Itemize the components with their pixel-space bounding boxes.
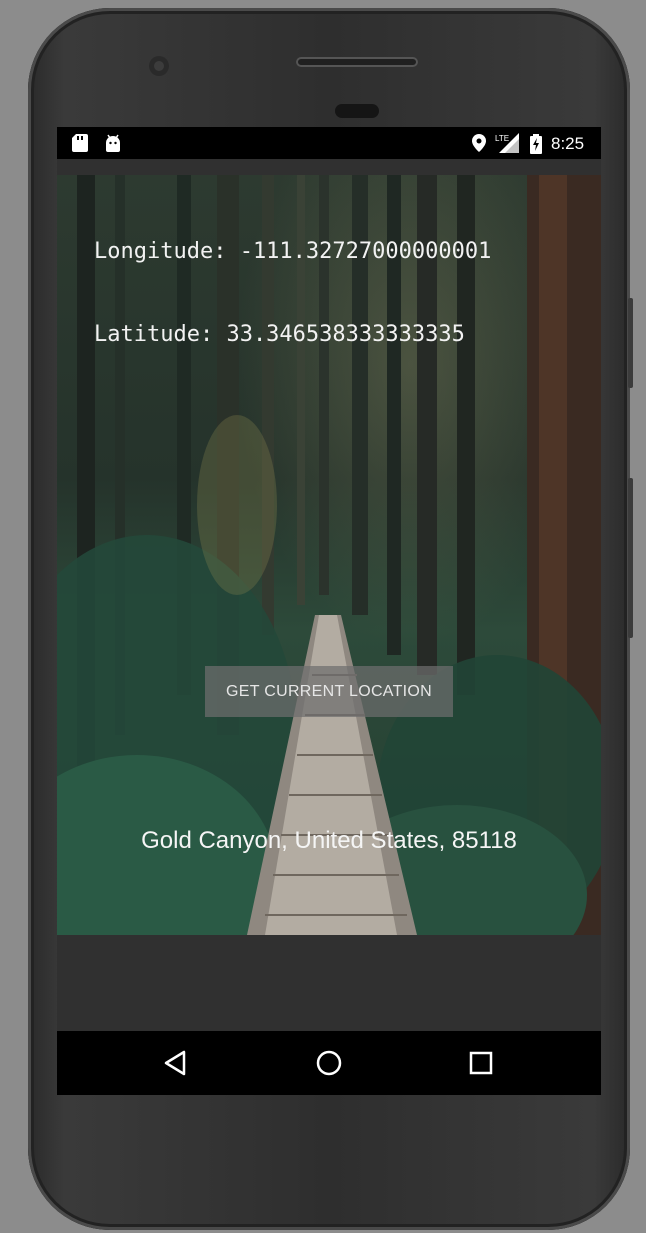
lte-signal-icon: LTE (495, 133, 519, 153)
home-icon[interactable] (313, 1047, 345, 1079)
lte-label: LTE (495, 134, 509, 143)
android-icon (106, 134, 120, 152)
power-button (628, 478, 633, 638)
earpiece-speaker (296, 57, 418, 67)
location-icon (472, 134, 486, 152)
recent-apps-icon[interactable] (465, 1047, 497, 1079)
proximity-sensor (335, 104, 379, 118)
longitude-label: Longitude: -111.32727000000001 (94, 239, 492, 264)
sd-card-icon (72, 134, 88, 152)
latitude-label: Latitude: 33.346538333333335 (94, 322, 465, 347)
back-icon[interactable] (160, 1047, 192, 1079)
device-screen: LTE 8:25 Longitude: -111.32727000000001 … (57, 127, 601, 1095)
status-clock: 8:25 (551, 134, 585, 153)
navigation-bar (57, 1031, 601, 1095)
forest-background-image (57, 175, 601, 935)
status-bar: LTE 8:25 (57, 127, 601, 159)
app-content: Longitude: -111.32727000000001 Latitude:… (57, 175, 601, 935)
app-top-gap (57, 159, 601, 175)
address-label: Gold Canyon, United States, 85118 (141, 827, 517, 854)
front-camera (149, 56, 169, 76)
get-current-location-button[interactable]: GET CURRENT LOCATION (205, 666, 453, 717)
volume-button (628, 298, 633, 388)
battery-charging-icon (530, 134, 542, 154)
